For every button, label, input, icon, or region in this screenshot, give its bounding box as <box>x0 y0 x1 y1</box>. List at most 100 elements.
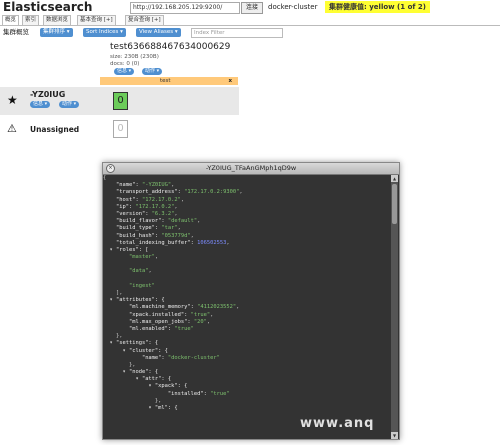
warning-icon: ⚠ <box>7 122 17 135</box>
primary-shard[interactable]: 0 <box>113 92 128 110</box>
json-token: "name": <box>103 354 168 361</box>
tab-indices[interactable]: 索引 <box>22 15 40 25</box>
json-token: "ml.machine_memory": <box>103 304 198 311</box>
json-line: "ip": "172.17.0.2", <box>103 204 389 211</box>
json-token: }, <box>103 361 136 368</box>
json-token: , <box>171 182 175 189</box>
json-line: "name": "-YZ0IUG", <box>103 182 389 189</box>
json-line: "total_indexing_buffer": 106502553, <box>103 240 389 247</box>
json-token: "build_flavor": <box>103 218 168 225</box>
view-aliases-button[interactable]: View Aliases ▾ <box>136 28 181 37</box>
scroll-down-icon[interactable]: ▼ <box>391 432 398 439</box>
json-token: "true" <box>190 311 211 318</box>
json-token: "total_indexing_buffer": <box>103 239 198 246</box>
sort-cluster-button[interactable]: 集群排序 ▾ <box>40 28 73 37</box>
json-token: "version": <box>103 210 152 217</box>
json-token: "installed": <box>103 390 211 397</box>
json-token: ▾ "cluster": { <box>103 347 168 354</box>
json-line: }, <box>103 333 389 340</box>
json-line: ▾ "xpack": { <box>103 383 389 390</box>
json-line: "ml.enabled": "true" <box>103 326 389 333</box>
sort-indices-button[interactable]: Sort Indices ▾ <box>83 28 126 37</box>
json-token: ], <box>103 290 123 296</box>
index-info-button[interactable]: 信息 ▾ <box>114 68 135 75</box>
index-name: test636688467634000629 <box>110 42 231 52</box>
json-token: ▾ "attr": { <box>103 376 172 383</box>
json-token: "docker-cluster" <box>167 354 220 361</box>
json-token: , <box>206 318 211 325</box>
json-line: "xpack.installed": "true", <box>103 312 389 319</box>
json-token: "xpack.installed": <box>103 311 191 318</box>
json-line: "master", <box>103 254 389 261</box>
json-token: ▾ "roles": [ <box>103 246 149 253</box>
json-line: "ingest" <box>103 283 389 290</box>
alias-name: test <box>160 78 171 84</box>
node-action-button[interactable]: 动作 ▾ <box>59 101 80 108</box>
tab-basic-query[interactable]: 基本查询 [+] <box>77 15 116 25</box>
json-token: , <box>226 239 230 246</box>
json-token: , <box>236 304 240 311</box>
toolbar-label: 集群概览 <box>3 28 29 36</box>
index-filter-input[interactable]: Index Filter <box>191 28 283 38</box>
connect-button[interactable]: 连接 <box>241 2 263 14</box>
json-line: "version": "6.3.2", <box>103 211 389 218</box>
json-token: "default" <box>167 218 198 225</box>
scrollbar[interactable]: ▲ ▼ <box>391 175 398 439</box>
dialog-title: -YZ0IUG_TFaAnGMph1qD9w <box>205 164 297 172</box>
json-line: "build_hash": "053779d", <box>103 233 389 240</box>
json-token: "053779d" <box>161 232 191 239</box>
watermark: www.anq <box>300 416 375 431</box>
json-token: "master" <box>103 254 155 261</box>
node-info-button[interactable]: 信息 ▾ <box>30 101 51 108</box>
tab-browser[interactable]: 数据浏览 <box>43 15 72 25</box>
json-token: , <box>180 196 185 203</box>
cluster-name: docker-cluster <box>268 3 318 11</box>
json-token: "tar" <box>161 225 178 232</box>
json-token: "transport_address": <box>103 189 185 196</box>
json-token: "name": <box>103 182 142 189</box>
json-line: "transport_address": "172.17.0.2:9300", <box>103 189 389 196</box>
json-token: }, <box>103 333 123 340</box>
json-token: ▾ "xpack": { <box>103 383 188 390</box>
json-token: "4112023552" <box>197 304 237 311</box>
tab-overview[interactable]: 概览 <box>2 15 20 25</box>
json-token: "ip": <box>103 203 136 210</box>
star-icon: ★ <box>7 93 18 107</box>
json-token: "true" <box>174 325 194 332</box>
json-token: "build_type": <box>103 225 162 232</box>
tab-compound-query[interactable]: 复合查询 [+] <box>125 15 164 25</box>
cluster-health-badge: 集群健康值: yellow (1 of 2) <box>325 1 430 13</box>
json-line: ▾ "cluster": { <box>103 348 389 355</box>
json-token: , <box>197 218 201 225</box>
json-token: "-YZ0IUG" <box>141 182 172 189</box>
url-input[interactable] <box>130 2 240 14</box>
json-line: ▾ "roles": [ <box>103 247 389 254</box>
json-token: , <box>177 225 181 232</box>
json-token: , <box>174 203 178 210</box>
json-token: "172.17.0.2" <box>135 203 175 210</box>
json-line <box>103 276 389 283</box>
json-line: ▾ "settings": { <box>103 340 389 347</box>
dialog-titlebar[interactable]: -YZ0IUG_TFaAnGMph1qD9w × <box>103 163 399 175</box>
scroll-up-icon[interactable]: ▲ <box>391 175 398 182</box>
node-name: -YZ0IUG <box>30 90 66 99</box>
json-token: "ml.max_open_jobs": <box>103 318 194 325</box>
scroll-thumb[interactable] <box>392 184 397 224</box>
index-docs: docs: 0 (0) <box>110 61 140 67</box>
index-action-button[interactable]: 动作 ▾ <box>142 68 163 75</box>
close-icon[interactable]: × <box>106 164 115 173</box>
tab-bar: 概览 索引 数据浏览 基本查询 [+] 复合查询 [+] <box>0 15 500 26</box>
json-line: ▾ "ml": { <box>103 405 389 412</box>
json-line: "build_flavor": "default", <box>103 218 389 225</box>
json-token: "ingest" <box>103 282 155 289</box>
json-token: "true" <box>210 390 230 397</box>
header: Elasticsearch 连接 docker-cluster 集群健康值: y… <box>0 0 500 14</box>
alias-close-icon[interactable]: x <box>228 77 232 85</box>
json-token: ▾ "attributes": { <box>103 297 165 304</box>
json-token: "6.3.2" <box>151 210 175 217</box>
json-token: { <box>103 175 107 181</box>
unassigned-shard[interactable]: 0 <box>113 120 128 138</box>
json-token: , <box>190 232 194 239</box>
unassigned-label: Unassigned <box>30 125 80 134</box>
json-token: 106502553 <box>197 239 227 246</box>
